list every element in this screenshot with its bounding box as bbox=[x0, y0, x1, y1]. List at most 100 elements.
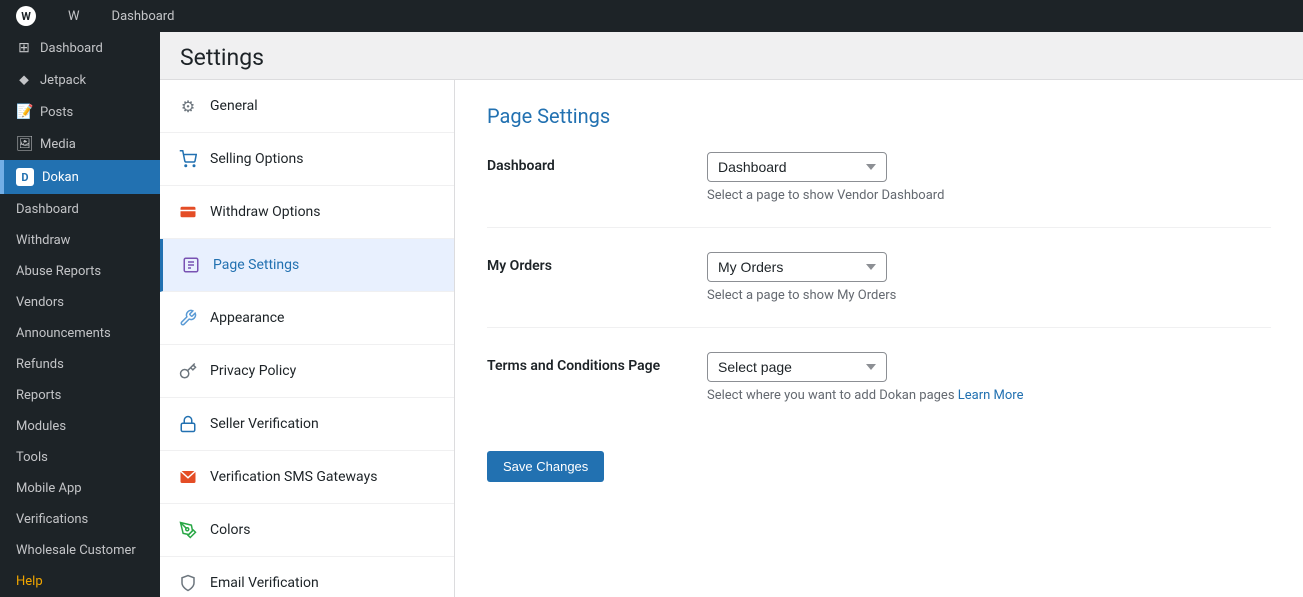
sidebar-item-media[interactable]: 🖼 Media bbox=[0, 128, 160, 160]
sidebar-sub-tools[interactable]: Tools bbox=[0, 442, 160, 473]
dashboard-field-label: Dashboard bbox=[487, 152, 707, 174]
page-title: Settings bbox=[180, 44, 1283, 71]
sidebar-sub-vendors[interactable]: Vendors bbox=[0, 287, 160, 318]
settings-nav-privacy-policy[interactable]: Privacy Policy bbox=[160, 345, 454, 398]
sidebar: ⊞ Dashboard ⬥ Jetpack 📝 Posts 🖼 Media D … bbox=[0, 32, 160, 597]
sidebar-sub-mobile-app[interactable]: Mobile App bbox=[0, 473, 160, 504]
gear-icon: ⚙ bbox=[176, 94, 200, 118]
settings-nav-colors-label: Colors bbox=[210, 522, 250, 538]
media-icon: 🖼 bbox=[16, 136, 32, 152]
settings-nav-general[interactable]: ⚙ General bbox=[160, 80, 454, 133]
withdraw-icon bbox=[176, 200, 200, 224]
sidebar-sub-reports[interactable]: Reports bbox=[0, 380, 160, 411]
settings-nav-page-settings-label: Page Settings bbox=[213, 257, 299, 273]
admin-bar-wp-logo[interactable]: W bbox=[8, 0, 44, 32]
sidebar-sub-refunds[interactable]: Refunds bbox=[0, 349, 160, 380]
terms-field-control: Select page Dashboard My Orders Select w… bbox=[707, 352, 1271, 403]
sidebar-item-jetpack-label: Jetpack bbox=[40, 73, 86, 88]
admin-bar-dashboard[interactable]: W bbox=[60, 0, 88, 32]
page-header: Settings bbox=[160, 32, 1303, 80]
sidebar-item-dashboard[interactable]: ⊞ Dashboard bbox=[0, 32, 160, 64]
my-orders-field-hint: Select a page to show My Orders bbox=[707, 288, 1271, 303]
sidebar-item-dashboard-label: Dashboard bbox=[40, 41, 103, 56]
save-changes-button[interactable]: Save Changes bbox=[487, 451, 604, 482]
privacy-icon bbox=[176, 359, 200, 383]
settings-nav-general-label: General bbox=[210, 98, 258, 114]
sidebar-item-dokan[interactable]: D Dokan bbox=[0, 160, 160, 194]
sidebar-sub-dashboard-label: Dashboard bbox=[16, 202, 79, 217]
content-area: ⚙ General Selling Options Withdraw Optio… bbox=[160, 80, 1303, 597]
sidebar-sub-dashboard[interactable]: Dashboard bbox=[0, 194, 160, 225]
terms-field-label: Terms and Conditions Page bbox=[487, 352, 707, 374]
terms-field-hint-text: Select where you want to add Dokan pages bbox=[707, 388, 958, 403]
dashboard-select[interactable]: Dashboard My Orders Select page bbox=[707, 152, 887, 182]
sidebar-sub-help[interactable]: Help bbox=[0, 566, 160, 597]
terms-select[interactable]: Select page Dashboard My Orders bbox=[707, 352, 887, 382]
my-orders-select[interactable]: My Orders Dashboard Select page bbox=[707, 252, 887, 282]
sidebar-sub-abuse-reports-label: Abuse Reports bbox=[16, 264, 101, 279]
sidebar-sub-withdraw[interactable]: Withdraw bbox=[0, 225, 160, 256]
settings-nav: ⚙ General Selling Options Withdraw Optio… bbox=[160, 80, 455, 597]
settings-nav-selling-options[interactable]: Selling Options bbox=[160, 133, 454, 186]
sidebar-sub-announcements[interactable]: Announcements bbox=[0, 318, 160, 349]
settings-nav-email-verification[interactable]: Email Verification bbox=[160, 557, 454, 597]
colors-icon bbox=[176, 518, 200, 542]
sidebar-item-posts[interactable]: 📝 Posts bbox=[0, 96, 160, 128]
sidebar-sub-refunds-label: Refunds bbox=[16, 357, 64, 372]
sidebar-sub-help-label: Help bbox=[16, 574, 43, 589]
sidebar-item-jetpack[interactable]: ⬥ Jetpack bbox=[0, 64, 160, 96]
settings-nav-seller-verification[interactable]: Seller Verification bbox=[160, 398, 454, 451]
sidebar-sub-modules-label: Modules bbox=[16, 419, 66, 434]
sidebar-sub-modules[interactable]: Modules bbox=[0, 411, 160, 442]
wp-logo-icon: W bbox=[16, 6, 36, 26]
form-actions: Save Changes bbox=[487, 451, 1271, 482]
sidebar-sub-wholesale-label: Wholesale Customer bbox=[16, 543, 136, 558]
my-orders-field-label: My Orders bbox=[487, 252, 707, 274]
sidebar-item-dokan-label: Dokan bbox=[42, 170, 79, 185]
main-content: Settings ⚙ General Selling Options Withd… bbox=[160, 32, 1303, 597]
settings-nav-email-verification-label: Email Verification bbox=[210, 575, 319, 591]
posts-icon: 📝 bbox=[16, 104, 32, 120]
settings-nav-verification-sms-label: Verification SMS Gateways bbox=[210, 469, 377, 485]
settings-nav-seller-verification-label: Seller Verification bbox=[210, 416, 319, 432]
settings-nav-withdraw-options[interactable]: Withdraw Options bbox=[160, 186, 454, 239]
jetpack-icon: ⬥ bbox=[16, 72, 32, 88]
settings-nav-selling-options-label: Selling Options bbox=[210, 151, 303, 167]
sidebar-sub-verifications-label: Verifications bbox=[16, 512, 88, 527]
admin-bar-dashboard-label: W bbox=[68, 9, 80, 24]
sidebar-sub-reports-label: Reports bbox=[16, 388, 61, 403]
settings-nav-appearance-label: Appearance bbox=[210, 310, 284, 326]
settings-nav-appearance[interactable]: Appearance bbox=[160, 292, 454, 345]
sidebar-sub-tools-label: Tools bbox=[16, 450, 48, 465]
sidebar-item-media-label: Media bbox=[40, 137, 76, 152]
sidebar-sub-vendors-label: Vendors bbox=[16, 295, 64, 310]
form-row-terms: Terms and Conditions Page Select page Da… bbox=[487, 352, 1271, 427]
admin-bar-jetpack[interactable]: Dashboard bbox=[104, 0, 183, 32]
admin-bar: W W Dashboard bbox=[0, 0, 1303, 32]
email-verification-icon bbox=[176, 571, 200, 595]
sms-icon bbox=[176, 465, 200, 489]
form-row-my-orders: My Orders My Orders Dashboard Select pag… bbox=[487, 252, 1271, 328]
sidebar-sub-mobile-app-label: Mobile App bbox=[16, 481, 82, 496]
settings-nav-verification-sms[interactable]: Verification SMS Gateways bbox=[160, 451, 454, 504]
settings-nav-page-settings[interactable]: Page Settings bbox=[160, 239, 454, 292]
settings-content: Page Settings Dashboard Dashboard My Ord… bbox=[455, 80, 1303, 597]
learn-more-link[interactable]: Learn More bbox=[958, 388, 1024, 403]
appearance-icon bbox=[176, 306, 200, 330]
page-settings-icon bbox=[179, 253, 203, 277]
admin-bar-jetpack-label: Dashboard bbox=[112, 9, 175, 24]
sidebar-sub-withdraw-label: Withdraw bbox=[16, 233, 70, 248]
terms-field-hint: Select where you want to add Dokan pages… bbox=[707, 388, 1271, 403]
settings-nav-colors[interactable]: Colors bbox=[160, 504, 454, 557]
form-row-dashboard: Dashboard Dashboard My Orders Select pag… bbox=[487, 152, 1271, 228]
dashboard-field-hint: Select a page to show Vendor Dashboard bbox=[707, 188, 1271, 203]
sidebar-sub-abuse-reports[interactable]: Abuse Reports bbox=[0, 256, 160, 287]
sidebar-sub-wholesale[interactable]: Wholesale Customer bbox=[0, 535, 160, 566]
dokan-icon: D bbox=[16, 168, 34, 186]
seller-verification-icon bbox=[176, 412, 200, 436]
sidebar-item-posts-label: Posts bbox=[40, 105, 73, 120]
settings-section-title: Page Settings bbox=[487, 104, 1271, 128]
cart-icon bbox=[176, 147, 200, 171]
sidebar-sub-verifications[interactable]: Verifications bbox=[0, 504, 160, 535]
settings-nav-withdraw-options-label: Withdraw Options bbox=[210, 204, 321, 220]
